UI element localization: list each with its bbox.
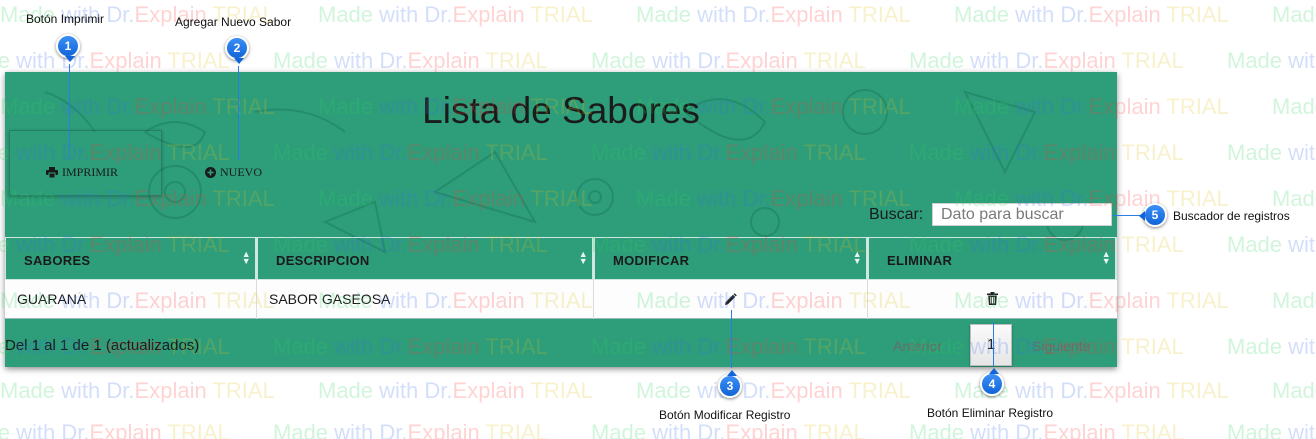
toolbar-group bbox=[9, 130, 162, 196]
column-header-label: ELIMINAR bbox=[887, 253, 953, 268]
printer-icon bbox=[46, 167, 58, 178]
column-header-descripcion[interactable]: DESCRIPCION ▲ ▼ bbox=[257, 237, 594, 280]
watermark-text: Made with Dr.Explain TRIAL bbox=[909, 48, 1184, 73]
callout-leader-4 bbox=[993, 322, 994, 366]
print-button-label: IMPRIMIR bbox=[62, 165, 119, 179]
table-header: SABORES ▲ ▼ DESCRIPCION ▲ ▼ MODIFICAR ▲ ▼ E… bbox=[5, 237, 1117, 280]
watermark-text: Made with Dr.Explain TRIAL bbox=[591, 420, 866, 439]
column-header-label: MODIFICAR bbox=[613, 253, 690, 268]
search-label: Buscar: bbox=[869, 206, 924, 223]
callout-bubble-1: 1 bbox=[56, 34, 80, 62]
search-input[interactable] bbox=[932, 203, 1112, 226]
add-flavor-button-label: NUEVO bbox=[220, 165, 262, 179]
flavors-panel: Lista de Sabores IMPRIMIR NUEVO Buscar: … bbox=[5, 72, 1117, 367]
callout-bubble-5: 5 bbox=[1139, 203, 1167, 227]
watermark-row: Made with Dr.Explain TRIAL Made with Dr.E… bbox=[0, 420, 1316, 439]
cell-eliminar bbox=[868, 280, 1117, 319]
sort-icon: ▲ ▼ bbox=[852, 249, 862, 266]
column-header-modificar[interactable]: MODIFICAR ▲ ▼ bbox=[594, 237, 868, 280]
callout-label-new: Agregar Nuevo Sabor bbox=[175, 15, 292, 29]
watermark-text: Made with Dr.Explain TRIAL bbox=[636, 378, 911, 403]
watermark-row: Made with Dr.Explain TRIAL Made with Dr.E… bbox=[0, 48, 1316, 74]
callout-label-edit: Botón Modificar Registro bbox=[659, 408, 791, 422]
pagination-next[interactable]: Siguiente bbox=[1032, 338, 1090, 354]
watermark-text: Made with Dr.Explain TRIAL bbox=[1272, 2, 1316, 27]
callout-bubble-4: 4 bbox=[980, 368, 1004, 396]
watermark-text: Made with Dr.Explain TRIAL bbox=[1227, 334, 1316, 359]
column-header-label: SABORES bbox=[24, 253, 91, 268]
watermark-text: Made with Dr.Explain TRIAL bbox=[318, 378, 593, 403]
watermark-text: Made with Dr.Explain TRIAL bbox=[1227, 140, 1316, 165]
pagination-previous[interactable]: Anterior bbox=[893, 338, 942, 354]
column-header-sabores[interactable]: SABORES ▲ ▼ bbox=[5, 237, 257, 280]
watermark-text: Made with Dr.Explain TRIAL bbox=[1272, 288, 1316, 313]
cell-sabor: GUARANA bbox=[5, 280, 257, 319]
callout-label-print: Botón Imprimir bbox=[26, 12, 105, 26]
callout-leader-1 bbox=[69, 64, 70, 158]
callout-leader-3 bbox=[731, 310, 732, 368]
watermark-text: Made with Dr.Explain TRIAL bbox=[273, 420, 548, 439]
table-row: GUARANA SABOR GASEOSA bbox=[5, 280, 1117, 319]
callout-label-search: Buscador de registros bbox=[1173, 209, 1290, 223]
watermark-row: Made with Dr.Explain TRIAL Made with Dr.E… bbox=[0, 378, 1316, 404]
column-header-label: DESCRIPCION bbox=[276, 253, 370, 268]
plus-circle-icon bbox=[205, 167, 216, 178]
print-button[interactable]: IMPRIMIR bbox=[46, 165, 118, 180]
watermark-text: Made with Dr.Explain TRIAL bbox=[909, 420, 1184, 439]
column-header-eliminar[interactable]: ELIMINAR ▲ ▼ bbox=[868, 237, 1117, 280]
table-info: Del 1 al 1 de 1 (actualizados) bbox=[5, 337, 200, 354]
callout-bubble-2: 2 bbox=[225, 36, 249, 64]
watermark-text: Made with Dr.Explain TRIAL bbox=[318, 2, 593, 27]
callout-bubble-3: 3 bbox=[718, 370, 742, 398]
trash-icon[interactable] bbox=[987, 292, 998, 305]
sort-icon: ▲ ▼ bbox=[578, 249, 588, 266]
cell-descripcion: SABOR GASEOSA bbox=[257, 280, 594, 319]
pagination-page-1[interactable]: 1 bbox=[970, 324, 1012, 366]
watermark-text: Made with Dr.Explain TRIAL bbox=[1227, 420, 1316, 439]
watermark-text: Made with Dr.Explain TRIAL bbox=[1227, 232, 1316, 257]
watermark-text: Made with Dr.Explain TRIAL bbox=[591, 48, 866, 73]
sort-icon: ▲ ▼ bbox=[241, 249, 251, 266]
watermark-text: Made with Dr.Explain TRIAL bbox=[273, 48, 548, 73]
page-title: Lista de Sabores bbox=[422, 90, 700, 131]
watermark-text: Made with Dr.Explain TRIAL bbox=[1272, 378, 1316, 403]
callout-label-delete: Botón Eliminar Registro bbox=[927, 406, 1054, 420]
pencil-icon[interactable] bbox=[724, 293, 737, 306]
callout-leader-2 bbox=[238, 66, 239, 160]
watermark-text: Made with Dr.Explain TRIAL bbox=[0, 378, 275, 403]
watermark-text: Made with Dr.Explain TRIAL bbox=[954, 2, 1229, 27]
watermark-text: Made with Dr.Explain TRIAL bbox=[636, 2, 911, 27]
callout-leader-5 bbox=[1112, 215, 1140, 216]
add-flavor-button[interactable]: NUEVO bbox=[205, 165, 262, 180]
watermark-text: Made with Dr.Explain TRIAL bbox=[0, 420, 230, 439]
watermark-text: Made with Dr.Explain TRIAL bbox=[1272, 94, 1316, 119]
sort-icon: ▲ ▼ bbox=[1101, 249, 1111, 266]
watermark-text: Made with Dr.Explain TRIAL bbox=[1227, 48, 1316, 73]
